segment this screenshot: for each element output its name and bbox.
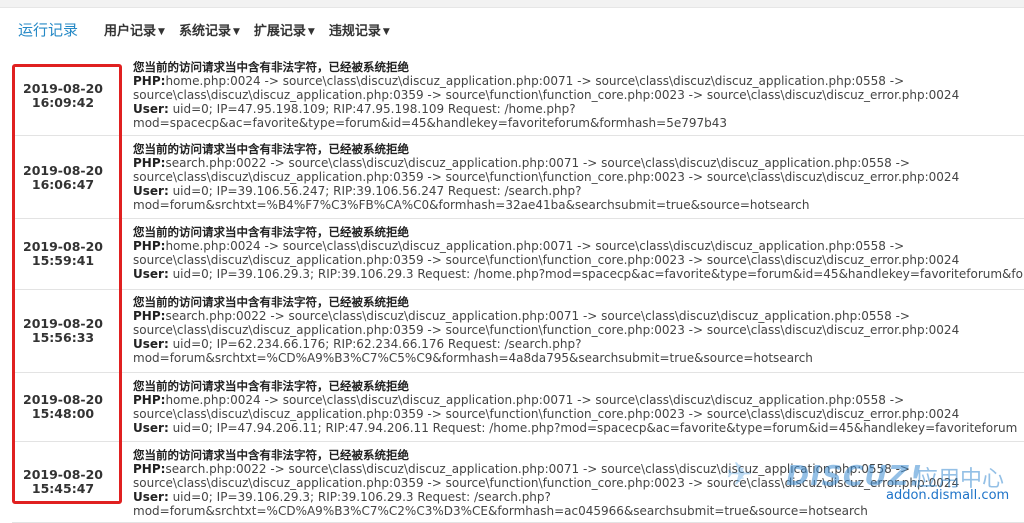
tab-run-log[interactable]: 运行记录 — [18, 19, 78, 40]
log-timestamp: 2019-08-20 15:56:33 — [23, 316, 103, 345]
log-timestamp: 2019-08-20 16:09:42 — [23, 81, 103, 110]
log-message: 您当前的访问请求当中含有非法字符，已经被系统拒绝 PHP:home.php:00… — [133, 379, 1024, 435]
log-timestamp: 2019-08-20 15:59:41 — [23, 239, 103, 268]
top-strip — [0, 0, 1024, 8]
log-title: 您当前的访问请求当中含有非法字符，已经被系统拒绝 — [133, 60, 409, 74]
chevron-down-icon: ▼ — [307, 26, 315, 37]
log-message: 您当前的访问请求当中含有非法字符，已经被系统拒绝 PHP:home.php:00… — [133, 225, 1024, 281]
log-row: 2019-08-20 15:48:00 您当前的访问请求当中含有非法字符，已经被系… — [12, 373, 1024, 442]
tab-system-log[interactable]: 系统记录 ▼ — [179, 20, 240, 39]
chevron-down-icon: ▼ — [158, 26, 165, 37]
log-title: 您当前的访问请求当中含有非法字符，已经被系统拒绝 — [133, 448, 409, 462]
log-row: 2019-08-20 15:45:47 您当前的访问请求当中含有非法字符，已经被系… — [12, 442, 1024, 523]
log-timestamp: 2019-08-20 15:45:47 — [23, 467, 103, 496]
log-row: 2019-08-20 16:09:42 您当前的访问请求当中含有非法字符，已经被系… — [12, 58, 1024, 136]
log-title: 您当前的访问请求当中含有非法字符，已经被系统拒绝 — [133, 225, 409, 239]
tab-extension-log[interactable]: 扩展记录 ▼ — [254, 20, 315, 39]
log-tabs: 运行记录 用户记录 ▼ 系统记录 ▼ 扩展记录 ▼ 违规记录 ▼ — [18, 18, 404, 40]
log-timestamp: 2019-08-20 16:06:47 — [23, 163, 103, 192]
tab-user-log[interactable]: 用户记录 ▼ — [104, 20, 165, 39]
log-message: 您当前的访问请求当中含有非法字符，已经被系统拒绝 PHP:search.php:… — [133, 142, 1024, 212]
log-title: 您当前的访问请求当中含有非法字符，已经被系统拒绝 — [133, 379, 409, 393]
log-message: 您当前的访问请求当中含有非法字符，已经被系统拒绝 PHP:search.php:… — [133, 448, 1024, 518]
log-message: 您当前的访问请求当中含有非法字符，已经被系统拒绝 PHP:search.php:… — [133, 295, 1024, 365]
chevron-down-icon: ▼ — [232, 26, 240, 37]
log-message: 您当前的访问请求当中含有非法字符，已经被系统拒绝 PHP:home.php:00… — [133, 60, 1024, 130]
log-timestamp: 2019-08-20 15:48:00 — [23, 392, 103, 421]
chevron-down-icon: ▼ — [382, 26, 390, 37]
log-row: 2019-08-20 16:06:47 您当前的访问请求当中含有非法字符，已经被系… — [12, 136, 1024, 219]
log-title: 您当前的访问请求当中含有非法字符，已经被系统拒绝 — [133, 295, 409, 309]
log-row: 2019-08-20 15:56:33 您当前的访问请求当中含有非法字符，已经被系… — [12, 290, 1024, 373]
log-list: 2019-08-20 16:09:42 您当前的访问请求当中含有非法字符，已经被系… — [12, 58, 1024, 523]
tab-violation-log[interactable]: 违规记录 ▼ — [329, 20, 390, 39]
log-title: 您当前的访问请求当中含有非法字符，已经被系统拒绝 — [133, 142, 409, 156]
log-row: 2019-08-20 15:59:41 您当前的访问请求当中含有非法字符，已经被系… — [12, 219, 1024, 290]
